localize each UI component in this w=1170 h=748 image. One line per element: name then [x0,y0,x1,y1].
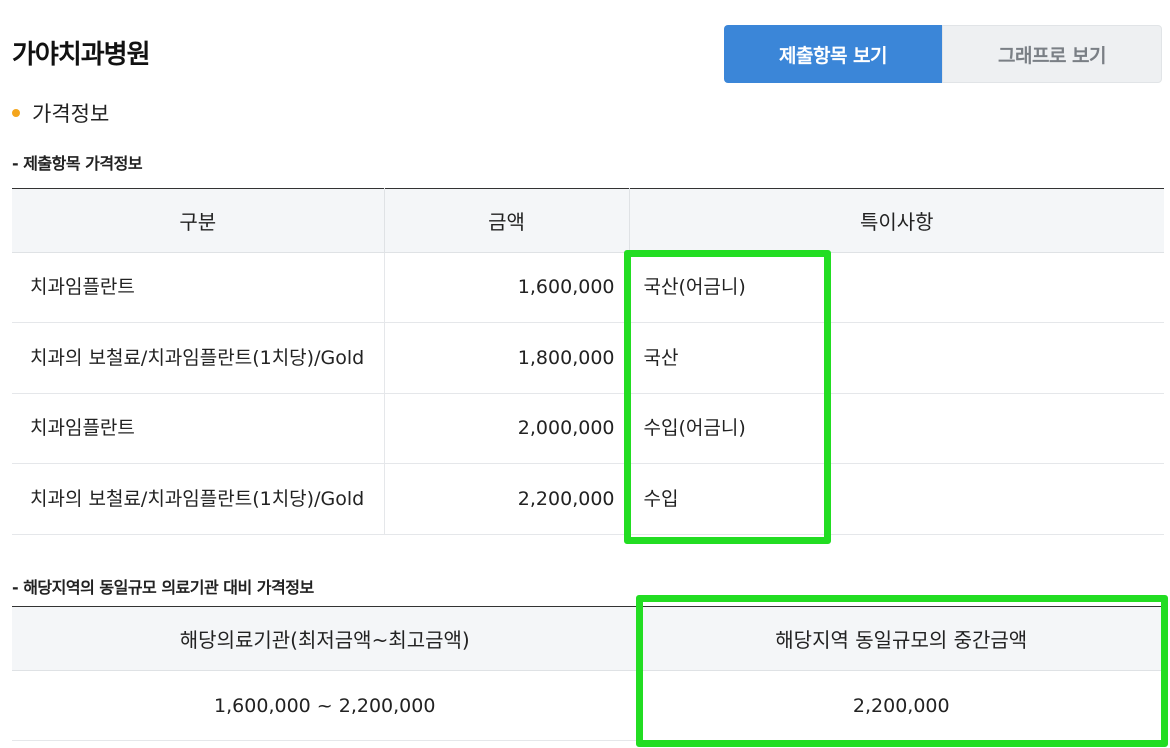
bullet-dot-icon [12,109,20,117]
regional-table-subtitle: - 해당지역의 동일규모 의료기관 대비 가격정보 [12,578,314,597]
row-category: 치과의 보철료/치과임플란트(1치당)/Gold [12,463,384,535]
column-header-median: 해당지역 동일규모의 중간금액 [637,606,1164,671]
price-table-subtitle: - 제출항목 가격정보 [12,154,143,173]
row-amount: 1,600,000 [383,252,629,323]
range-value: 1,600,000 ~ 2,200,000 [12,670,638,741]
hospital-name: 가야치과병원 [12,40,151,70]
row-note: 수입(어금니) [628,393,1164,464]
regional-price-table: 해당의료기관(최저금액~최고금액) 해당지역 동일규모의 중간금액 1,600,… [12,606,1164,741]
column-header-range: 해당의료기관(최저금액~최고금액) [12,606,638,671]
table-row: 치과의 보철료/치과임플란트(1치당)/Gold 2,200,000 수입 [12,463,1164,535]
row-note: 수입 [628,463,1164,535]
row-note: 국산 [628,322,1164,394]
table-header-row: 해당의료기관(최저금액~최고금액) 해당지역 동일규모의 중간금액 [12,606,1164,671]
row-category: 치과임플란트 [12,393,384,464]
row-note: 국산(어금니) [628,252,1164,323]
table-row: 치과임플란트 2,000,000 수입(어금니) [12,393,1164,464]
column-header-amount: 금액 [383,188,629,253]
row-amount: 1,800,000 [383,322,629,394]
table-row: 치과임플란트 1,600,000 국산(어금니) [12,252,1164,323]
row-amount: 2,000,000 [383,393,629,464]
section-heading: 가격정보 [12,98,109,128]
view-toggle: 제출항목 보기 그래프로 보기 [724,25,1162,83]
table-row: 치과의 보철료/치과임플란트(1치당)/Gold 1,800,000 국산 [12,322,1164,394]
graph-view-button[interactable]: 그래프로 보기 [942,25,1162,83]
column-header-note: 특이사항 [628,188,1164,253]
table-row: 1,600,000 ~ 2,200,000 2,200,000 [12,670,1164,741]
row-category: 치과의 보철료/치과임플란트(1치당)/Gold [12,322,384,394]
row-amount: 2,200,000 [383,463,629,535]
section-title: 가격정보 [32,102,110,126]
price-table: 구분 금액 특이사항 치과임플란트 1,600,000 국산(어금니) 치과의 … [12,188,1164,535]
median-value: 2,200,000 [637,670,1164,741]
column-header-category: 구분 [12,188,384,253]
submitted-items-view-button[interactable]: 제출항목 보기 [724,25,942,83]
row-category: 치과임플란트 [12,252,384,323]
table-header-row: 구분 금액 특이사항 [12,188,1164,253]
